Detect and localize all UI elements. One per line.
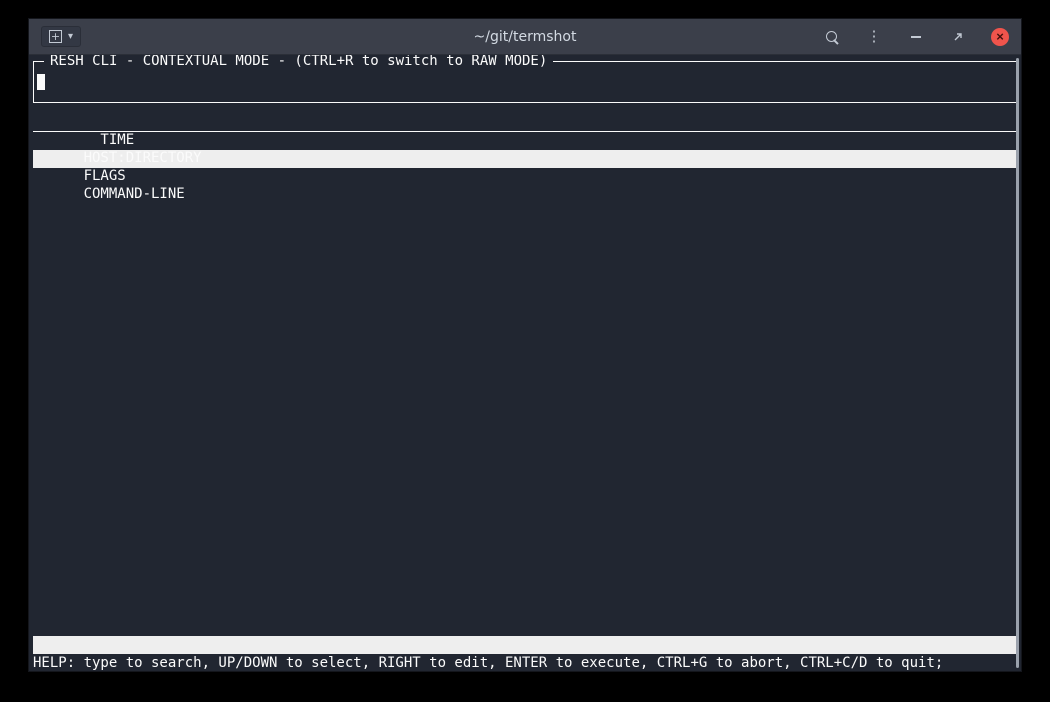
search-box[interactable]: RESH CLI - CONTEXTUAL MODE - (CTRL+R to … [33, 61, 1017, 103]
table-header: TIME HOST:DIRECTORY FLAGS COMMAND-LINE [33, 113, 1017, 132]
new-tab-split-button[interactable]: + ▾ [41, 26, 81, 47]
terminal-content: RESH CLI - CONTEXTUAL MODE - (CTRL+R to … [29, 55, 1021, 672]
history-row[interactable]: 3 days ~/git/termshot G mv ~/xterm.2020.… [33, 348, 1017, 366]
history-row[interactable]: 3 days ~/git/termshot G inkscape xterm-w… [33, 276, 1017, 294]
history-rows: 3 days ~/git/termshot G cd 3 days ~/git/… [33, 132, 1017, 636]
status-bar: 2020-05-08 00:34:56 tower:~/git/termshot… [33, 636, 1017, 654]
history-row[interactable]: 3 days ~/git/termshot G mv ~/xterm.2020.… [33, 258, 1017, 276]
help-bar: HELP: type to search, UP/DOWN to select,… [33, 654, 1017, 672]
history-row[interactable]: 3 days ~/git/termshot G mv ~/xterm.2020.… [33, 438, 1017, 456]
new-tab-icon: + [49, 30, 62, 43]
close-button[interactable]: × [991, 28, 1009, 46]
titlebar-actions: ⋮ × [823, 28, 1009, 46]
history-row[interactable]: 3 days ~/git/termshot G rm xterm-mockup-… [33, 384, 1017, 402]
chevron-down-icon[interactable]: ▾ [68, 31, 73, 42]
history-row[interactable]: 7 days ~/git/termshot G time x=1 [33, 510, 1017, 528]
history-row[interactable]: 3 days ~/git/termshot G mv ~/xterm.2020.… [33, 294, 1017, 312]
history-row[interactable]: 7 days ~/git/termshot G mv ~/xterm.2020.… [33, 582, 1017, 600]
history-row[interactable]: 3 days ~/git/termshot G cd [33, 132, 1017, 150]
history-row[interactable]: 7 days ~/git/termshot G bash [33, 564, 1017, 582]
scrollbar[interactable] [1016, 58, 1019, 668]
history-row[interactable]: 6 days ~/git/termshot G cd .. [33, 456, 1017, 474]
history-row[interactable]: 3 days ~/git/termshot G fh() {; eval $( … [33, 168, 1017, 186]
maximize-icon [952, 31, 964, 43]
history-row[interactable]: 3 days ~/git/termshot G inkscape xterm-m… [33, 402, 1017, 420]
history-row[interactable]: 7 days ~/git/termshot G time echo someth… [33, 546, 1017, 564]
maximize-button[interactable] [949, 28, 967, 46]
history-row[interactable]: 3 days ~/git/termshot G mv ~/xterm.2020.… [33, 204, 1017, 222]
minimize-icon [911, 36, 921, 38]
history-row[interactable]: 7 days ~/git/termshot G time echo someth… [33, 528, 1017, 546]
minimize-button[interactable] [907, 28, 925, 46]
history-row[interactable]: 7 days ~/git/termshot G mv ~/xterm.2020.… [33, 600, 1017, 618]
menu-button[interactable]: ⋮ [865, 28, 883, 46]
history-row[interactable]: 3 days ~/git/termshot G mv ~/xterm.2020.… [33, 330, 1017, 348]
titlebar: + ▾ ~/git/termshot ⋮ × [29, 19, 1021, 55]
history-row[interactable]: 7 days ~/git/termshot G clear [33, 474, 1017, 492]
header-hostdir: HOST:DIRECTORY [84, 149, 219, 167]
header-time: TIME [84, 131, 143, 149]
search-icon [825, 30, 839, 44]
terminal-window: + ▾ ~/git/termshot ⋮ × RESH CLI - CONTEX… [28, 18, 1022, 672]
search-box-title: RESH CLI - CONTEXTUAL MODE - (CTRL+R to … [44, 55, 553, 70]
history-row[interactable]: 3 days ~/git/termshot G mv ~/xterm.2020.… [33, 366, 1017, 384]
history-row[interactable]: 3 days ~/git/termshot G rm xterm-mockup-… [33, 240, 1017, 258]
history-row[interactable]: 3 days ~/git/termshot G ls [33, 222, 1017, 240]
history-row[interactable]: 7 days ~/git/termshot G mv ~/xterm.2020.… [33, 618, 1017, 636]
header-flags: FLAGS [84, 167, 135, 185]
history-row[interactable]: 7 days ~/git/termshot G time date [33, 492, 1017, 510]
history-row[interactable]: 3 days ~/git/termshot G inkscape xterm-m… [33, 420, 1017, 438]
search-button[interactable] [823, 28, 841, 46]
text-cursor [37, 74, 45, 90]
window-title: ~/git/termshot [474, 29, 577, 45]
header-command: COMMAND-LINE [84, 186, 185, 202]
history-row[interactable]: 3 days ~/git/termshot G mv ~/xterm.2020.… [33, 312, 1017, 330]
